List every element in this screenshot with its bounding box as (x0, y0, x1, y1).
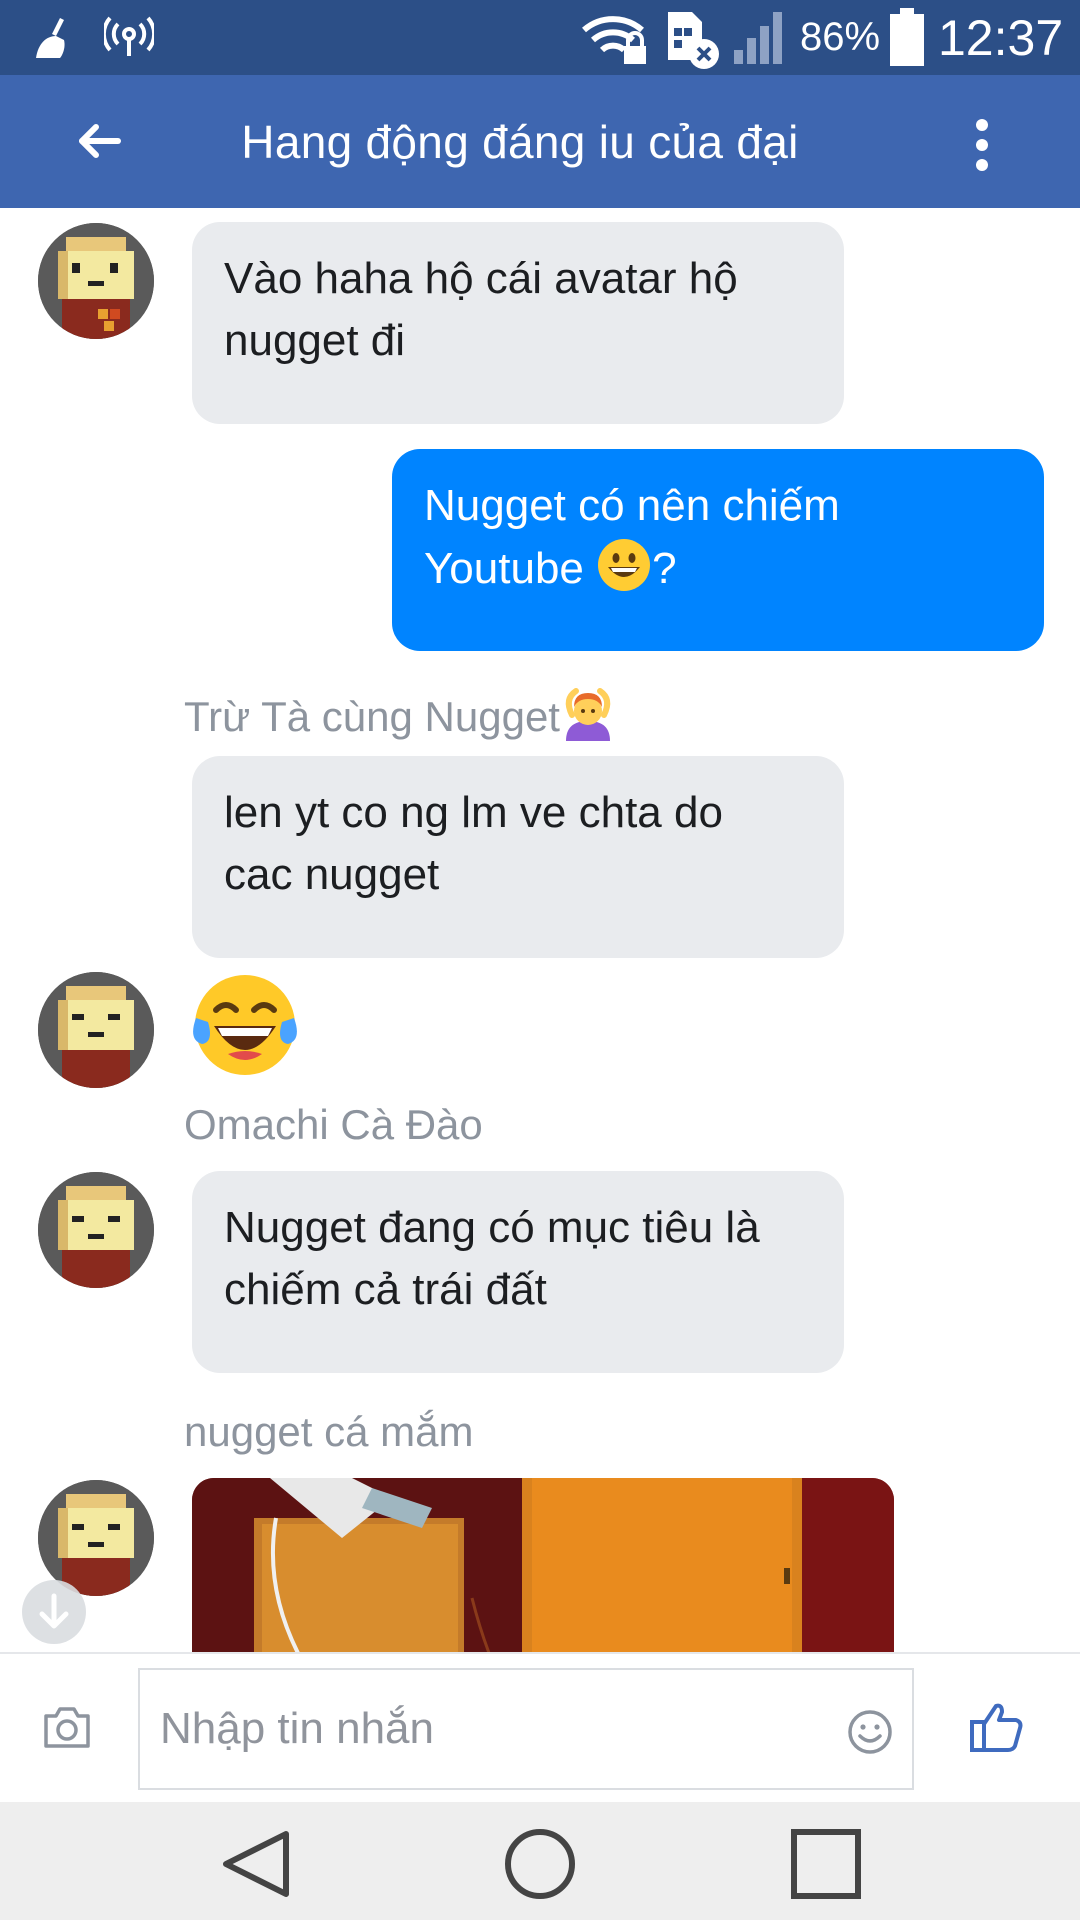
battery-icon (890, 8, 924, 66)
message-bubble-incoming[interactable]: Vào haha hộ cái avatar hộ nugget đi (192, 222, 844, 424)
photo-message[interactable] (192, 1478, 894, 1652)
person-heart-hands-icon (560, 685, 616, 751)
conversation-header: Hang động đáng iu của đại (0, 75, 1080, 208)
avatar[interactable] (38, 1480, 154, 1596)
nav-recents-icon[interactable] (786, 1824, 866, 1904)
message-line: chiếm cả trái đất (224, 1265, 547, 1314)
conversation-title[interactable]: Hang động đáng iu của đại (0, 115, 1080, 169)
status-bar: 86% 12:37 (0, 0, 1080, 75)
more-vert-icon[interactable] (964, 115, 1000, 175)
thumbs-up-icon[interactable] (968, 1698, 1024, 1754)
message-suffix: ? (652, 544, 677, 593)
message-bubble-outgoing[interactable]: Nugget có nên chiếm Youtube ? (392, 449, 1044, 651)
message-composer (0, 1652, 1080, 1802)
message-bubble-incoming[interactable]: len yt co ng lm ve chta do cac nugget (192, 756, 844, 958)
tears-of-joy-icon[interactable] (190, 970, 300, 1080)
message-line: len yt co ng lm ve chta do (224, 788, 723, 837)
message-line: cac nugget (224, 850, 440, 899)
message-line: Vào haha hộ cái avatar hộ (224, 254, 738, 303)
avatar[interactable] (38, 972, 154, 1088)
message-line: nugget đi (224, 316, 406, 365)
sender-name: nugget cá mắm (184, 1408, 474, 1455)
message-input[interactable] (158, 1670, 808, 1788)
grinning-face-icon (596, 537, 652, 610)
message-line: Nugget có nên chiếm (424, 481, 840, 530)
clock: 12:37 (938, 9, 1064, 66)
sender-name: Trừ Tà cùng Nugget (184, 685, 616, 751)
camera-icon[interactable] (42, 1704, 92, 1750)
sim-error-icon (668, 12, 719, 69)
message-list[interactable]: Vào haha hộ cái avatar hộ nugget đi Nugg… (0, 208, 1080, 1652)
wifi-lock-icon (582, 16, 646, 64)
sender-name: Omachi Cà Đào (184, 1101, 483, 1148)
avatar[interactable] (38, 223, 154, 339)
system-nav-bar (0, 1802, 1080, 1920)
battery-percent: 86% (800, 15, 881, 59)
scroll-to-bottom-button[interactable] (22, 1580, 86, 1644)
message-input-box[interactable] (138, 1668, 914, 1790)
arrow-down-icon (39, 1593, 69, 1629)
message-line: Youtube (424, 544, 584, 593)
message-bubble-incoming[interactable]: Nugget đang có mục tiêu là chiếm cả trái… (192, 1171, 844, 1373)
signal-icon (734, 12, 782, 64)
cleaner-icon (36, 18, 65, 58)
nav-home-icon[interactable] (500, 1824, 580, 1904)
nav-back-icon[interactable] (216, 1824, 296, 1904)
avatar[interactable] (38, 1172, 154, 1288)
sender-name-text: Trừ Tà cùng Nugget (184, 693, 560, 740)
message-line: Nugget đang có mục tiêu là (224, 1203, 760, 1252)
hotspot-icon (104, 16, 154, 56)
smiley-icon[interactable] (846, 1708, 894, 1756)
